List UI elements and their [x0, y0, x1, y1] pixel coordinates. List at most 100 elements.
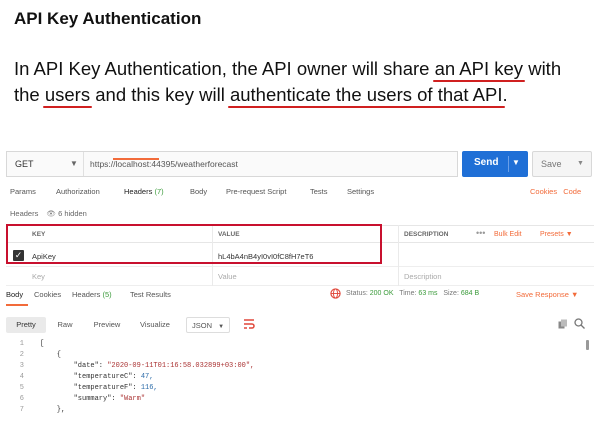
json-key: "date":: [40, 362, 108, 370]
response-meta: Status: 200 OK Time: 63 ms Size: 684 B: [346, 290, 479, 297]
divider: [508, 156, 509, 172]
tab-headers-count: (7): [154, 187, 164, 196]
chevron-down-icon[interactable]: ▼: [70, 159, 78, 168]
chevron-down-icon[interactable]: ▼: [512, 158, 520, 167]
json-key: "temperatureF":: [40, 384, 141, 392]
table-row-empty: Key Value Description: [6, 268, 594, 286]
json-key: "temperatureC":: [40, 373, 141, 381]
response-view-bar: Pretty Raw Preview Visualize JSON ▼: [6, 314, 594, 336]
json-value: "2020-09-11T01:16:58.032899+03:00",: [107, 362, 255, 370]
code-line: [: [40, 340, 45, 348]
bulk-edit-link[interactable]: Bulk Edit: [494, 231, 522, 238]
copy-icon[interactable]: [558, 319, 568, 329]
json-value: 47,: [140, 373, 154, 381]
text-fragment: with: [523, 58, 562, 79]
chevron-down-icon: ▼: [571, 290, 579, 299]
response-tab-headers[interactable]: Headers (5): [72, 290, 112, 299]
headers-label: Headers: [10, 209, 39, 218]
save-button[interactable]: Save ▼: [532, 151, 592, 177]
view-raw-button[interactable]: Raw: [50, 317, 80, 333]
presets-dropdown[interactable]: Presets ▼: [540, 231, 573, 238]
text-fragment: In API Key Authentication, the API owner…: [14, 58, 435, 79]
code-line: },: [40, 406, 66, 414]
chevron-down-icon: ▼: [565, 231, 573, 238]
column-divider: [398, 225, 399, 286]
tab-tests[interactable]: Tests: [310, 187, 328, 196]
request-links: Cookies Code: [526, 187, 581, 196]
response-tab-cookies[interactable]: Cookies: [34, 290, 61, 299]
hidden-headers-toggle[interactable]: 6 hidden: [58, 209, 87, 218]
tab-headers[interactable]: Headers (7): [124, 187, 164, 196]
postman-panel: GET ▼ https://localhost:44395/weatherfor…: [0, 144, 600, 421]
json-value: 116,: [140, 384, 158, 392]
line-number: 5: [19, 384, 24, 392]
code-line: "date": "2020-09-11T01:16:58.032899+03:0…: [40, 362, 255, 370]
headers-subheader: Headers 👁 6 hidden: [10, 209, 87, 218]
tab-authorization[interactable]: Authorization: [56, 187, 100, 196]
code-line: "summary": "Warm": [40, 395, 145, 403]
highlight-box: [6, 224, 382, 264]
column-description: DESCRIPTION: [404, 231, 449, 238]
line-number: 1: [19, 340, 24, 348]
new-description-input[interactable]: Description: [404, 272, 442, 281]
status-label: Status:: [346, 290, 368, 297]
json-key: "summary":: [40, 395, 120, 403]
tab-params[interactable]: Params: [10, 187, 36, 196]
cookies-link[interactable]: Cookies: [530, 187, 557, 196]
size-value[interactable]: 684 B: [461, 290, 479, 297]
scrollbar-thumb[interactable]: [586, 340, 589, 350]
response-tab-body[interactable]: Body: [6, 290, 23, 299]
view-preview-button[interactable]: Preview: [86, 317, 128, 333]
method-select[interactable]: GET: [15, 159, 34, 169]
globe-icon[interactable]: [330, 288, 341, 299]
eye-icon[interactable]: 👁: [46, 209, 56, 218]
slide-title: API Key Authentication: [14, 9, 202, 28]
response-headers-count: (5): [102, 290, 112, 299]
view-pretty-button[interactable]: Pretty: [6, 317, 46, 333]
format-value: JSON: [192, 321, 213, 330]
line-number: 6: [19, 395, 24, 403]
json-value: "Warm": [119, 395, 146, 403]
tab-body[interactable]: Body: [190, 187, 207, 196]
code-line: "temperatureC": 47,: [40, 373, 154, 381]
underlined-phrase-authenticate: authenticate the users of that API: [229, 84, 503, 105]
active-tab-indicator: [113, 158, 159, 160]
status-value[interactable]: 200 OK: [370, 290, 394, 297]
slide-description: In API Key Authentication, the API owner…: [14, 56, 594, 108]
save-response-label: Save Response: [516, 290, 569, 299]
active-response-tab-indicator: [6, 304, 28, 306]
format-select[interactable]: JSON ▼: [186, 317, 230, 333]
code-line: "temperatureF": 116,: [40, 384, 158, 392]
response-tab-test-results[interactable]: Test Results: [130, 290, 171, 299]
line-number: 7: [19, 406, 24, 414]
wrap-lines-icon[interactable]: [242, 317, 256, 331]
tab-settings[interactable]: Settings: [347, 187, 374, 196]
response-body-code[interactable]: 1 2 3 4 5 6 7 [ { "date": "2020-09-11T01…: [6, 340, 594, 418]
underlined-phrase-users: users: [44, 84, 91, 105]
line-number: 3: [19, 362, 24, 370]
request-url-bar: GET ▼ https://localhost:44395/weatherfor…: [6, 151, 458, 177]
underlined-phrase-api-key: an API key: [434, 58, 524, 79]
send-button-label: Send: [474, 157, 499, 168]
tab-prerequest-script[interactable]: Pre-request Script: [226, 187, 286, 196]
code-link[interactable]: Code: [563, 187, 581, 196]
time-value[interactable]: 63 ms: [418, 290, 437, 297]
save-button-label: Save: [541, 159, 562, 169]
url-input[interactable]: https://localhost:44395/weatherforecast: [90, 159, 238, 169]
time-label: Time:: [399, 290, 417, 297]
size-label: Size:: [443, 290, 459, 297]
divider: [83, 152, 84, 176]
save-response-button[interactable]: Save Response ▼: [516, 290, 578, 299]
new-value-input[interactable]: Value: [218, 272, 237, 281]
send-button[interactable]: Send ▼: [462, 151, 528, 177]
text-fragment: and this key will: [90, 84, 230, 105]
text-fragment: the: [14, 84, 45, 105]
chevron-down-icon: ▼: [218, 324, 225, 330]
more-options-icon[interactable]: •••: [476, 228, 485, 238]
presets-label: Presets: [540, 231, 564, 238]
view-visualize-button[interactable]: Visualize: [134, 317, 176, 333]
chevron-down-icon[interactable]: ▼: [577, 160, 584, 167]
new-key-input[interactable]: Key: [32, 272, 45, 281]
response-headers-label: Headers: [72, 290, 101, 299]
search-icon[interactable]: [574, 318, 585, 329]
